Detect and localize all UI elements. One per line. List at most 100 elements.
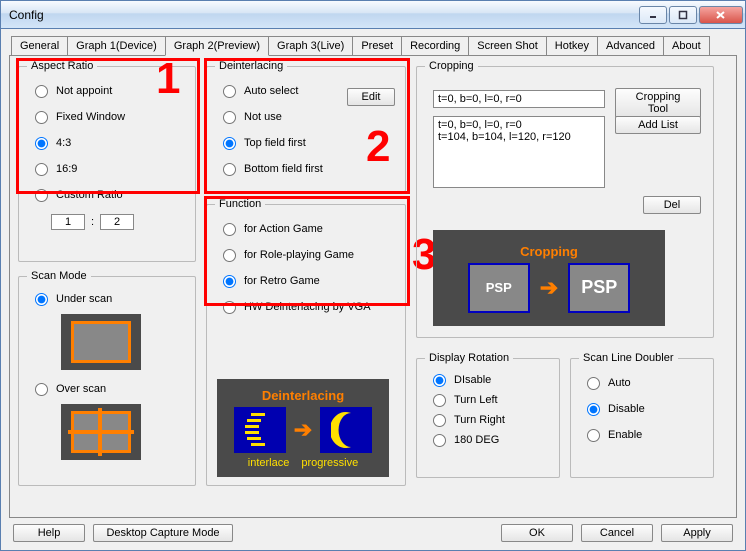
deinterlace-graphic: Deinterlacing ➔ (217, 379, 389, 477)
tab-advanced[interactable]: Advanced (597, 36, 664, 56)
display-rotation-radio-2[interactable] (433, 414, 446, 427)
window-title: Config (9, 8, 639, 22)
function-option-3[interactable]: HW Deinterlacing by VGA (215, 294, 397, 320)
function-radio-0[interactable] (223, 223, 236, 236)
cropping-list[interactable]: t=0, b=0, l=0, r=0t=104, b=104, l=120, r… (433, 116, 605, 188)
scan-line-doubler-option-1[interactable]: Disable (579, 396, 705, 422)
deinterlacing-radio-1[interactable] (223, 111, 236, 124)
aspect-ratio-radio-4[interactable] (35, 189, 48, 202)
cropping-graphic: Cropping PSP ➔ PSP (433, 230, 665, 326)
aspect-ratio-option-3[interactable]: 16:9 (27, 156, 187, 182)
deinterlace-edit-button[interactable]: Edit (347, 88, 395, 106)
cropping-list-item[interactable]: t=104, b=104, l=120, r=120 (438, 131, 600, 143)
cancel-button[interactable]: Cancel (581, 524, 653, 542)
function-radio-3[interactable] (223, 301, 236, 314)
cropping-tool-button[interactable]: Cropping Tool (615, 88, 701, 118)
tab-graph-2-preview-[interactable]: Graph 2(Preview) (165, 36, 269, 56)
function-radio-2[interactable] (223, 275, 236, 288)
arrow-icon: ➔ (540, 275, 558, 301)
function-option-0[interactable]: for Action Game (215, 216, 397, 242)
custom-ratio-w-input[interactable] (51, 214, 85, 230)
aspect-ratio-radio-1[interactable] (35, 111, 48, 124)
display-rotation-radio-1[interactable] (433, 394, 446, 407)
deinterlacing-option-1[interactable]: Not use (215, 104, 397, 130)
moon-progressive-icon (331, 411, 361, 449)
function-radio-1[interactable] (223, 249, 236, 262)
display-rotation-label-2: Turn Right (454, 414, 505, 426)
tab-recording[interactable]: Recording (401, 36, 469, 56)
cropping-add-button[interactable]: Add List (615, 116, 701, 134)
close-button[interactable] (699, 6, 743, 24)
scan-line-doubler-radio-2[interactable] (587, 429, 600, 442)
tab-about[interactable]: About (663, 36, 710, 56)
deinterlacing-option-2[interactable]: Top field first (215, 130, 397, 156)
maximize-button[interactable] (669, 6, 697, 24)
scan-line-doubler-legend: Scan Line Doubler (579, 352, 678, 364)
function-group: Function for Action Gamefor Role-playing… (206, 198, 406, 486)
deinterlacing-radio-0[interactable] (223, 85, 236, 98)
over-scan-thumb (61, 404, 141, 460)
display-rotation-radio-3[interactable] (433, 434, 446, 447)
display-rotation-option-1[interactable]: Turn Left (425, 390, 551, 410)
ok-button[interactable]: OK (501, 524, 573, 542)
aspect-ratio-option-2[interactable]: 4:3 (27, 130, 187, 156)
ratio-separator: : (91, 216, 94, 228)
tab-panel-graph2-preview: Aspect Ratio Not appointFixed Window4:31… (9, 55, 737, 518)
scan-over-row[interactable]: Over scan (27, 378, 187, 400)
scan-line-doubler-option-0[interactable]: Auto (579, 370, 705, 396)
aspect-ratio-label-4: Custom Ratio (56, 189, 123, 201)
scan-line-doubler-radio-0[interactable] (587, 377, 600, 390)
minimize-button[interactable] (639, 6, 667, 24)
scan-line-doubler-radio-1[interactable] (587, 403, 600, 416)
aspect-ratio-label-2: 4:3 (56, 137, 71, 149)
deinterlacing-radio-2[interactable] (223, 137, 236, 150)
tab-preset[interactable]: Preset (352, 36, 402, 56)
display-rotation-option-2[interactable]: Turn Right (425, 410, 551, 430)
desktop-capture-button[interactable]: Desktop Capture Mode (93, 524, 233, 542)
cropping-current-input[interactable] (433, 90, 605, 108)
scan-under-radio[interactable] (35, 293, 48, 306)
aspect-ratio-option-1[interactable]: Fixed Window (27, 104, 187, 130)
aspect-ratio-option-4[interactable]: Custom Ratio (27, 182, 187, 208)
scan-under-row[interactable]: Under scan (27, 288, 187, 310)
interlace-label: interlace (248, 457, 290, 469)
display-rotation-radio-0[interactable] (433, 374, 446, 387)
function-option-1[interactable]: for Role-playing Game (215, 242, 397, 268)
aspect-ratio-label-1: Fixed Window (56, 111, 125, 123)
function-option-2[interactable]: for Retro Game (215, 268, 397, 294)
display-rotation-label-3: 180 DEG (454, 434, 499, 446)
display-rotation-group: Display Rotation DIsableTurn Left Turn Ri… (416, 352, 560, 478)
tab-hotkey[interactable]: Hotkey (546, 36, 598, 56)
scan-line-doubler-option-2[interactable]: Enable (579, 422, 705, 448)
tab-screen-shot[interactable]: Screen Shot (468, 36, 547, 56)
display-rotation-option-3[interactable]: 180 DEG (425, 430, 551, 450)
function-label-1: for Role-playing Game (244, 249, 354, 261)
display-rotation-legend: Display Rotation (425, 352, 513, 364)
scan-over-label: Over scan (56, 383, 106, 395)
apply-button[interactable]: Apply (661, 524, 733, 542)
aspect-ratio-radio-0[interactable] (35, 85, 48, 98)
cropping-del-button[interactable]: Del (643, 196, 701, 214)
scan-line-doubler-label-1: Disable (608, 403, 645, 415)
aspect-ratio-option-0[interactable]: Not appoint (27, 78, 187, 104)
display-rotation-option-0[interactable]: DIsable (425, 370, 551, 390)
interlace-box (234, 407, 286, 453)
aspect-ratio-radio-2[interactable] (35, 137, 48, 150)
moon-interlace-icon (245, 411, 275, 449)
window-buttons (639, 6, 743, 24)
cropping-list-item[interactable]: t=0, b=0, l=0, r=0 (438, 119, 600, 131)
scan-line-doubler-label-0: Auto (608, 377, 631, 389)
deinterlacing-radio-3[interactable] (223, 163, 236, 176)
tab-graph-3-live-[interactable]: Graph 3(Live) (268, 36, 353, 56)
under-scan-thumb (61, 314, 141, 370)
scan-over-radio[interactable] (35, 383, 48, 396)
aspect-ratio-label-3: 16:9 (56, 163, 77, 175)
custom-ratio-h-input[interactable] (100, 214, 134, 230)
tab-general[interactable]: General (11, 36, 68, 56)
arrow-icon: ➔ (294, 417, 312, 443)
tab-graph-1-device-[interactable]: Graph 1(Device) (67, 36, 166, 56)
aspect-ratio-radio-3[interactable] (35, 163, 48, 176)
deinterlacing-label-2: Top field first (244, 137, 306, 149)
deinterlacing-option-3[interactable]: Bottom field first (215, 156, 397, 182)
help-button[interactable]: Help (13, 524, 85, 542)
